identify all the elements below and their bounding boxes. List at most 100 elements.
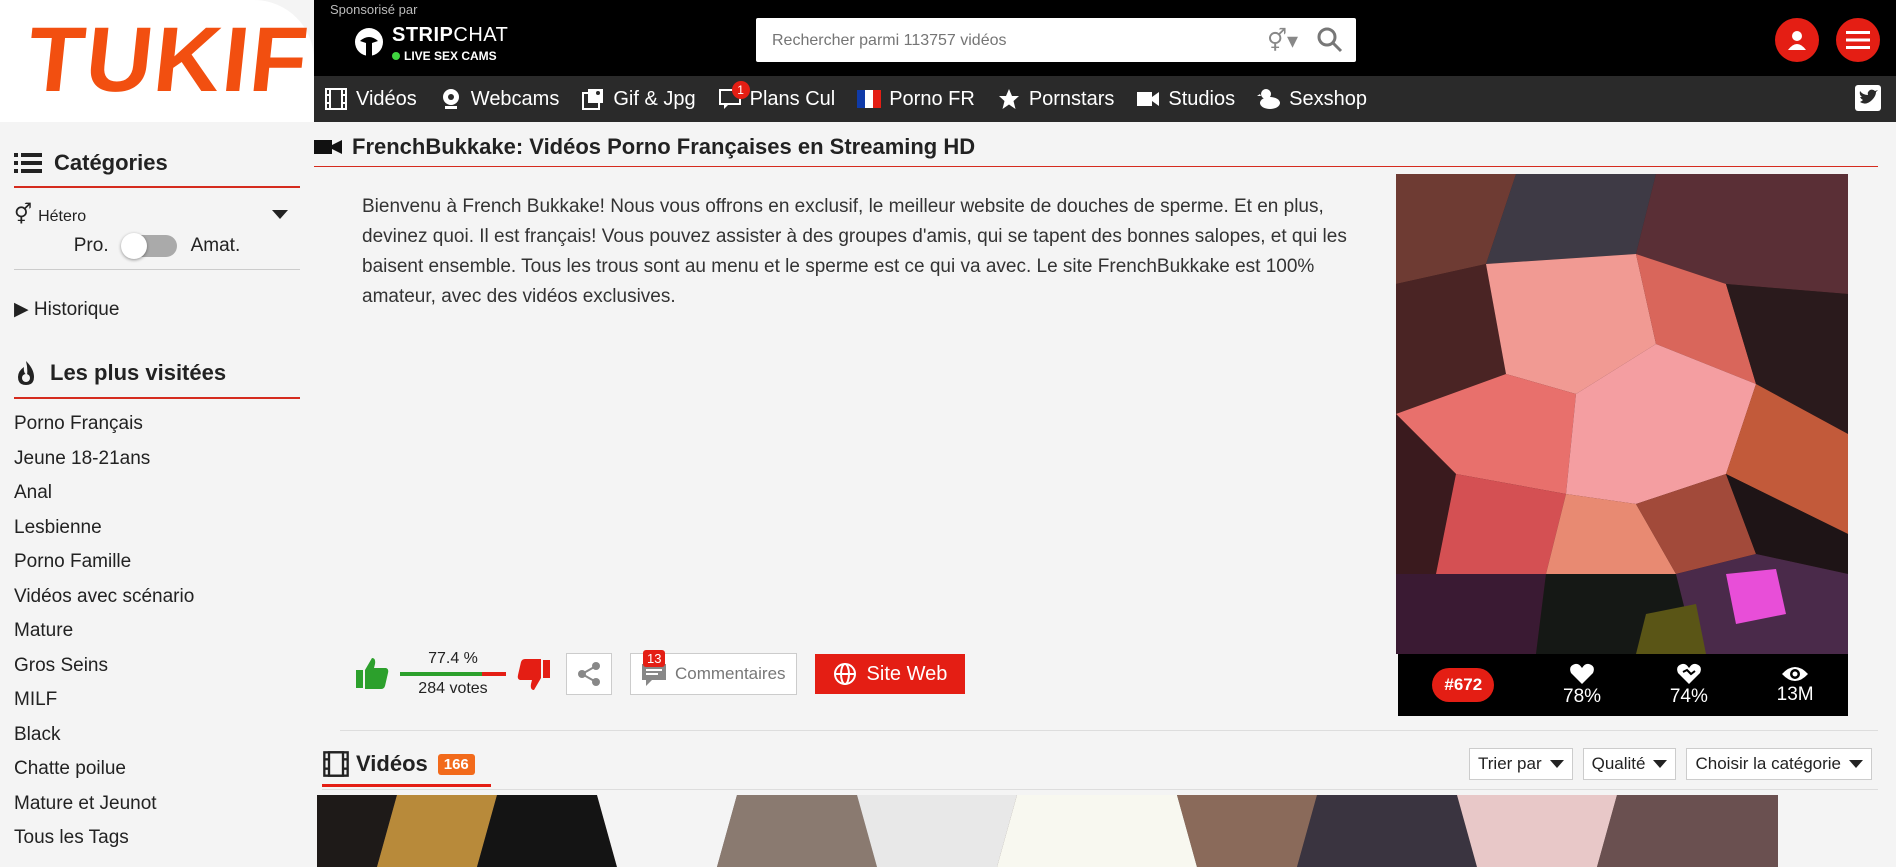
nav-plans-cul[interactable]: 1 Plans Cul <box>718 81 835 111</box>
nav-studios[interactable]: Studios <box>1136 87 1235 111</box>
nav-sexshop[interactable]: Sexshop <box>1257 87 1367 111</box>
nav-label: Vidéos <box>356 87 417 110</box>
search-input[interactable] <box>770 18 1254 64</box>
sidebar: Catégories ⚥ Hétero Pro. Amat. ▶ Historiq… <box>14 150 300 856</box>
search-icon[interactable] <box>1316 26 1344 54</box>
rating-bar <box>400 672 506 676</box>
studio-thumbnail[interactable] <box>1396 174 1848 654</box>
favs-stat: 74% <box>1670 662 1708 708</box>
sort-dropdown[interactable]: Trier par <box>1469 748 1573 780</box>
divider <box>322 789 1878 790</box>
pro-amat-toggle-row: Pro. Amat. <box>14 233 300 270</box>
toggle-right-label: Amat. <box>190 235 241 256</box>
duck-icon <box>1257 89 1281 109</box>
stats-bar: #672 78% 74% 13M <box>1398 654 1848 716</box>
visits-title: Les plus visitées <box>50 360 227 385</box>
videos-title: Vidéos <box>356 751 428 776</box>
category-link[interactable]: Tous les Tags <box>14 821 300 856</box>
filter-label: Choisir la catégorie <box>1695 754 1841 773</box>
category-link[interactable]: Gros Seins <box>14 649 300 684</box>
studio-header: FrenchBukkake: Vidéos Porno Françaises e… <box>314 128 1878 167</box>
flame-icon <box>18 361 34 385</box>
videos-count-badge: 166 <box>437 753 475 775</box>
hamburger-icon <box>1846 31 1870 49</box>
comments-label: Commentaires <box>675 664 786 683</box>
menu-button[interactable] <box>1836 18 1880 62</box>
gender-value: Hétero <box>38 208 87 225</box>
globe-icon <box>833 663 856 685</box>
category-link[interactable]: Porno Français <box>14 407 300 442</box>
category-link[interactable]: Porno Famille <box>14 545 300 580</box>
chevron-down-icon <box>1653 760 1668 768</box>
favs-value: 74% <box>1669 686 1708 707</box>
categories-heading: Catégories <box>14 150 300 188</box>
chevron-down-icon <box>1849 760 1863 768</box>
page-title: FrenchBukkake: Vidéos Porno Françaises e… <box>352 134 976 159</box>
heart-icon <box>1570 663 1594 684</box>
nav-pornstars[interactable]: Pornstars <box>997 87 1115 111</box>
nav-porno-fr[interactable]: Porno FR <box>857 88 975 111</box>
site-logo[interactable]: TUKIF <box>23 9 315 111</box>
share-icon <box>578 662 600 686</box>
category-link[interactable]: MILF <box>14 683 300 718</box>
website-button[interactable]: Site Web <box>814 654 966 694</box>
quality-dropdown[interactable]: Qualité <box>1582 748 1677 780</box>
most-visited-heading: Les plus visitées <box>14 359 300 399</box>
video-filters: Trier par Qualité Choisir la catégorie <box>1459 748 1872 780</box>
rating-block: 77.4 % 284 votes <box>400 650 506 698</box>
nav-webcams[interactable]: Webcams <box>439 87 559 111</box>
studio-description: Bienvenu à French Bukkake! Nous vous off… <box>362 196 1347 307</box>
category-link[interactable]: Mature <box>14 614 300 649</box>
videos-heading: Vidéos 166 <box>322 744 491 787</box>
gender-select[interactable]: ⚥ Hétero <box>14 202 300 227</box>
live-dot-icon <box>392 52 400 60</box>
category-link[interactable]: Jeune 18-21ans <box>14 442 300 477</box>
category-dropdown[interactable]: Choisir la catégorie <box>1686 748 1872 780</box>
star-icon <box>998 89 1019 109</box>
video-thumbnails-row[interactable] <box>317 795 1778 867</box>
category-link[interactable]: Chatte poilue <box>14 752 300 787</box>
stripchat-logo-icon <box>355 27 383 57</box>
search-box: ⚥▾ <box>756 18 1356 64</box>
category-link[interactable]: Anal <box>14 476 300 511</box>
gender-filter-icon[interactable]: ⚥▾ <box>1267 28 1298 54</box>
rating-percent: 77.4 % <box>428 650 478 667</box>
chevron-down-icon <box>1549 760 1564 768</box>
category-link[interactable]: Vidéos avec scénario <box>14 580 300 615</box>
nav-label: Pornstars <box>1028 87 1115 110</box>
chevron-down-icon <box>272 210 288 219</box>
action-bar: 77.4 % 284 votes 13 Commentaires Site We… <box>354 650 966 698</box>
likes-stat: 78% <box>1563 662 1601 708</box>
comments-button[interactable]: 13 Commentaires <box>630 650 797 695</box>
rating-bar-fill <box>400 672 483 676</box>
user-icon <box>1788 31 1806 50</box>
nav-gif-jpg[interactable]: Gif & Jpg <box>581 87 696 111</box>
sponsor-logo[interactable]: STRIPCHAT LIVE SEX CAMS <box>350 24 508 63</box>
filter-label: Trier par <box>1478 754 1542 773</box>
rank-badge: #672 <box>1432 668 1495 702</box>
history-link[interactable]: ▶ Historique <box>14 298 300 321</box>
account-button[interactable] <box>1775 18 1819 62</box>
pro-amat-toggle[interactable] <box>120 233 177 259</box>
comments-badge: 13 <box>643 650 666 667</box>
sponsor-label: Sponsorisé par <box>330 2 418 17</box>
filter-label: Qualité <box>1591 754 1646 773</box>
thumbs-down-icon[interactable] <box>516 656 552 692</box>
votes-count: 284 votes <box>418 680 488 697</box>
twitter-icon[interactable] <box>1854 84 1882 112</box>
film-icon <box>323 751 349 777</box>
sponsor-name-rest: CHAT <box>453 24 509 46</box>
french-flag-icon <box>857 90 882 108</box>
nav-videos[interactable]: Vidéos <box>324 87 417 111</box>
categories-title: Catégories <box>54 150 168 175</box>
camera-icon <box>1137 92 1160 106</box>
film-icon <box>325 88 347 110</box>
share-button[interactable] <box>566 653 612 695</box>
website-label: Site Web <box>866 662 948 685</box>
webcam-icon <box>442 89 459 109</box>
nav-badge: 1 <box>731 81 750 99</box>
thumbs-up-icon[interactable] <box>354 656 390 692</box>
category-link[interactable]: Mature et Jeunot <box>14 787 300 822</box>
category-link[interactable]: Black <box>14 718 300 753</box>
category-link[interactable]: Lesbienne <box>14 511 300 546</box>
